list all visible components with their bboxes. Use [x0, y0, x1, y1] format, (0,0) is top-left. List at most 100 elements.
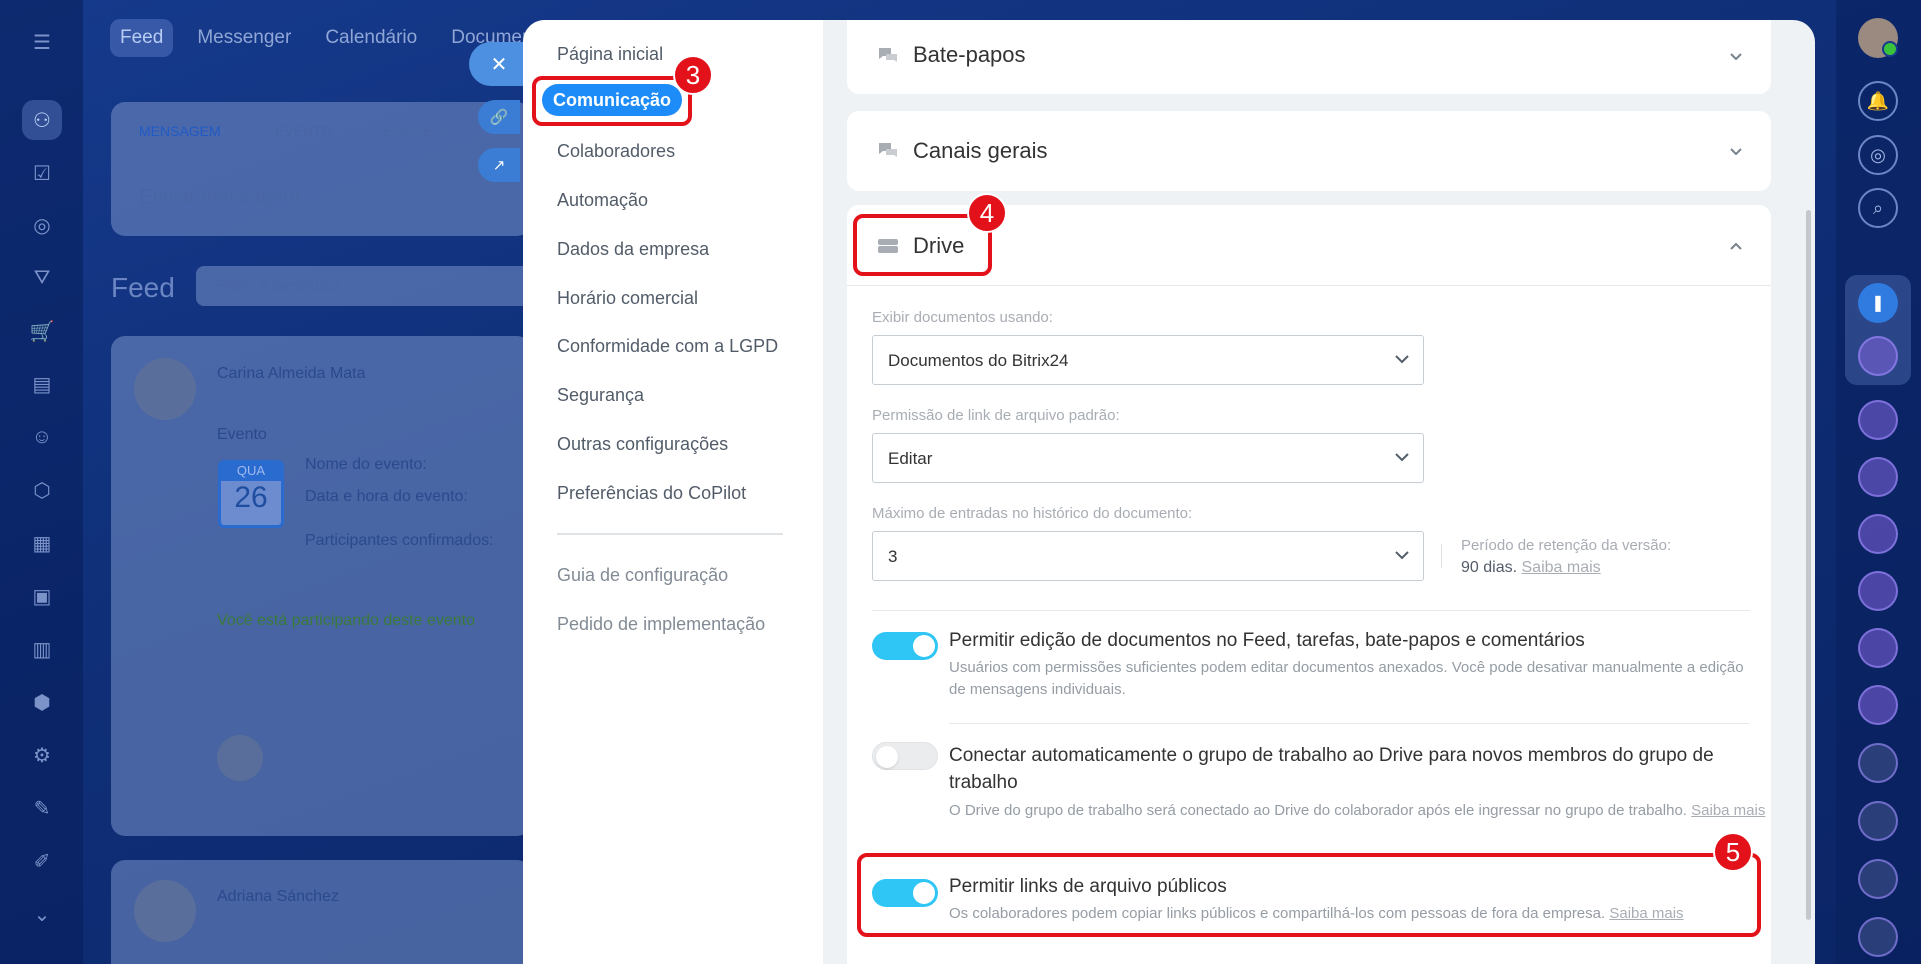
menu-item-home[interactable]: Página inicial	[557, 44, 663, 65]
annotation-badge-3: 3	[673, 55, 713, 95]
menu-item-employees[interactable]: Colaboradores	[557, 141, 675, 162]
chat-avatar[interactable]	[1858, 571, 1898, 611]
post-input-placeholder[interactable]: Enviar mensagem	[139, 186, 300, 209]
chat-avatar[interactable]	[1858, 336, 1898, 376]
link-permission-select[interactable]: Editar	[872, 433, 1424, 483]
post-author[interactable]: Carina Almeida Mata	[217, 365, 366, 383]
menu-item-other-settings[interactable]: Outras configurações	[557, 434, 728, 455]
chevron-down-icon[interactable]: ⌄	[22, 894, 62, 934]
avatar[interactable]	[134, 358, 196, 420]
close-slider-button[interactable]: ✕	[469, 42, 529, 86]
left-sidebar: ☰ ⚇ ☑ ◎ ⛛ 🛒 ▤ ☺ ⬡ ▦ ▣ ▥ ⬢ ⚙ ✎ ✐ ⌄	[0, 0, 83, 964]
retention-value-line: 90 dias. Saiba mais	[1461, 559, 1601, 577]
chat-avatar[interactable]	[1858, 859, 1898, 899]
target-icon[interactable]: ◎	[22, 205, 62, 245]
open-new-window-button[interactable]: ↗	[478, 148, 520, 182]
post-author[interactable]: Adriana Sánchez	[217, 888, 339, 906]
cart-icon[interactable]: 🛒	[22, 311, 62, 351]
menu-item-company-data[interactable]: Dados da empresa	[557, 239, 709, 260]
menu-item-copilot[interactable]: Preferências do CoPilot	[557, 483, 746, 504]
document-icon[interactable]: ✎	[22, 788, 62, 828]
post-recipient[interactable]: Ana Laura Lin	[418, 366, 518, 384]
divider	[949, 723, 1749, 724]
chevron-up-icon[interactable]	[1729, 239, 1743, 253]
event-participants-label: Participantes confirmados:	[305, 532, 494, 549]
post-tab-message[interactable]: MENSAGEM	[139, 123, 221, 139]
chat-avatar[interactable]	[1858, 514, 1898, 554]
chat-avatar[interactable]	[1858, 917, 1898, 957]
post-tab-event[interactable]: EVENTO	[275, 123, 332, 139]
retention-learn-more-link[interactable]: Saiba mais	[1522, 559, 1601, 576]
bell-icon[interactable]: 🔔	[1858, 81, 1898, 121]
robot-icon[interactable]: ☺	[22, 417, 62, 457]
bookmark-icon[interactable]: ❚	[1858, 283, 1898, 323]
annotation-badge-4: 4	[967, 193, 1007, 233]
chat-bubbles-icon	[877, 141, 899, 161]
history-select[interactable]: 3	[872, 531, 1424, 581]
chevron-down-icon[interactable]	[1729, 50, 1743, 64]
building-icon[interactable]: ▦	[22, 523, 62, 563]
event-datetime-label: Data e hora do evento:	[305, 488, 468, 505]
feed-title: Feed	[111, 272, 175, 303]
nav-calendar[interactable]: Calendário	[315, 19, 427, 57]
filter-icon[interactable]: ⛛	[22, 258, 62, 298]
menu-item-setup-guide[interactable]: Guia de configuração	[557, 565, 728, 586]
tasks-icon[interactable]: ☑	[22, 153, 62, 193]
avatar[interactable]	[134, 880, 196, 942]
chat-search-icon[interactable]: ⌕	[1858, 188, 1898, 228]
avatar	[217, 735, 263, 781]
box-icon[interactable]: ⬡	[22, 470, 62, 510]
nav-messenger[interactable]: Messenger	[187, 19, 301, 57]
calendar-icon[interactable]: ▣	[22, 576, 62, 616]
divider	[1441, 544, 1442, 568]
copy-link-button[interactable]: 🔗	[478, 100, 520, 134]
toggle-auto-connect-drive[interactable]	[872, 742, 938, 770]
chart-icon[interactable]: ▥	[22, 629, 62, 669]
menu-item-lgpd[interactable]: Conformidade com a LGPD	[557, 336, 778, 357]
nav-feed[interactable]: Feed	[110, 19, 174, 57]
chat-avatar[interactable]	[1858, 400, 1898, 440]
feed-icon[interactable]: ⚇	[22, 100, 62, 140]
chevron-down-icon	[1395, 355, 1409, 364]
section-bate-papos[interactable]: Bate-papos	[847, 20, 1771, 94]
menu-item-security[interactable]: Segurança	[557, 385, 644, 406]
settings-content: Bate-papos Canais gerais Drive 4 Exibir …	[823, 20, 1815, 964]
highlight-box-3	[532, 76, 692, 126]
comment-link[interactable]: Comentar	[217, 693, 278, 709]
display-docs-select[interactable]: Documentos do Bitrix24	[872, 335, 1424, 385]
link-permission-label: Permissão de link de arquivo padrão:	[872, 407, 1120, 424]
chat-bubbles-icon	[877, 46, 899, 66]
chat-avatar[interactable]	[1858, 628, 1898, 668]
chevron-down-icon	[1395, 453, 1409, 462]
card-icon[interactable]: ▤	[22, 364, 62, 404]
section-canais-gerais[interactable]: Canais gerais	[847, 111, 1771, 191]
scrollbar[interactable]	[1806, 210, 1811, 920]
chevron-down-icon[interactable]	[1729, 145, 1743, 159]
post-date: 24 de novembro 10:25	[217, 914, 358, 930]
participation-status[interactable]: Você está participando deste evento	[217, 612, 475, 630]
external-link-icon: ↗	[492, 157, 506, 174]
hexagon-icon[interactable]: ⬢	[22, 682, 62, 722]
chat-avatar[interactable]	[1858, 801, 1898, 841]
learn-more-link[interactable]: Saiba mais	[1691, 802, 1765, 819]
menu-icon[interactable]: ☰	[22, 22, 62, 62]
post-tab-poll[interactable]: ENQUETE	[383, 123, 451, 139]
option-description: Usuários com permissões suficientes pode…	[949, 659, 1744, 698]
comment-input-placeholder[interactable]: Adicionar comentário	[296, 751, 428, 767]
event-date-badge: QUA 26	[218, 460, 284, 528]
settings-icon[interactable]: ⚙	[22, 735, 62, 775]
chat-avatar[interactable]	[1858, 685, 1898, 725]
unfollow-link[interactable]: Não seguir	[303, 693, 371, 709]
chat-avatar[interactable]	[1858, 457, 1898, 497]
chat-avatar[interactable]	[1858, 743, 1898, 783]
menu-divider	[557, 533, 783, 535]
toggle-edit-documents[interactable]	[872, 632, 938, 660]
option-description: O Drive do grupo de trabalho será conect…	[949, 802, 1687, 819]
menu-item-implementation-request[interactable]: Pedido de implementação	[557, 614, 765, 635]
more-link[interactable]: Mais	[398, 693, 428, 709]
menu-item-business-hours[interactable]: Horário comercial	[557, 288, 698, 309]
copilot-icon[interactable]: ◎	[1858, 135, 1898, 175]
menu-item-automation[interactable]: Automação	[557, 190, 648, 211]
pen-icon[interactable]: ✐	[22, 841, 62, 881]
settings-menu: Página inicial Comunicação Colaboradores…	[523, 20, 823, 964]
